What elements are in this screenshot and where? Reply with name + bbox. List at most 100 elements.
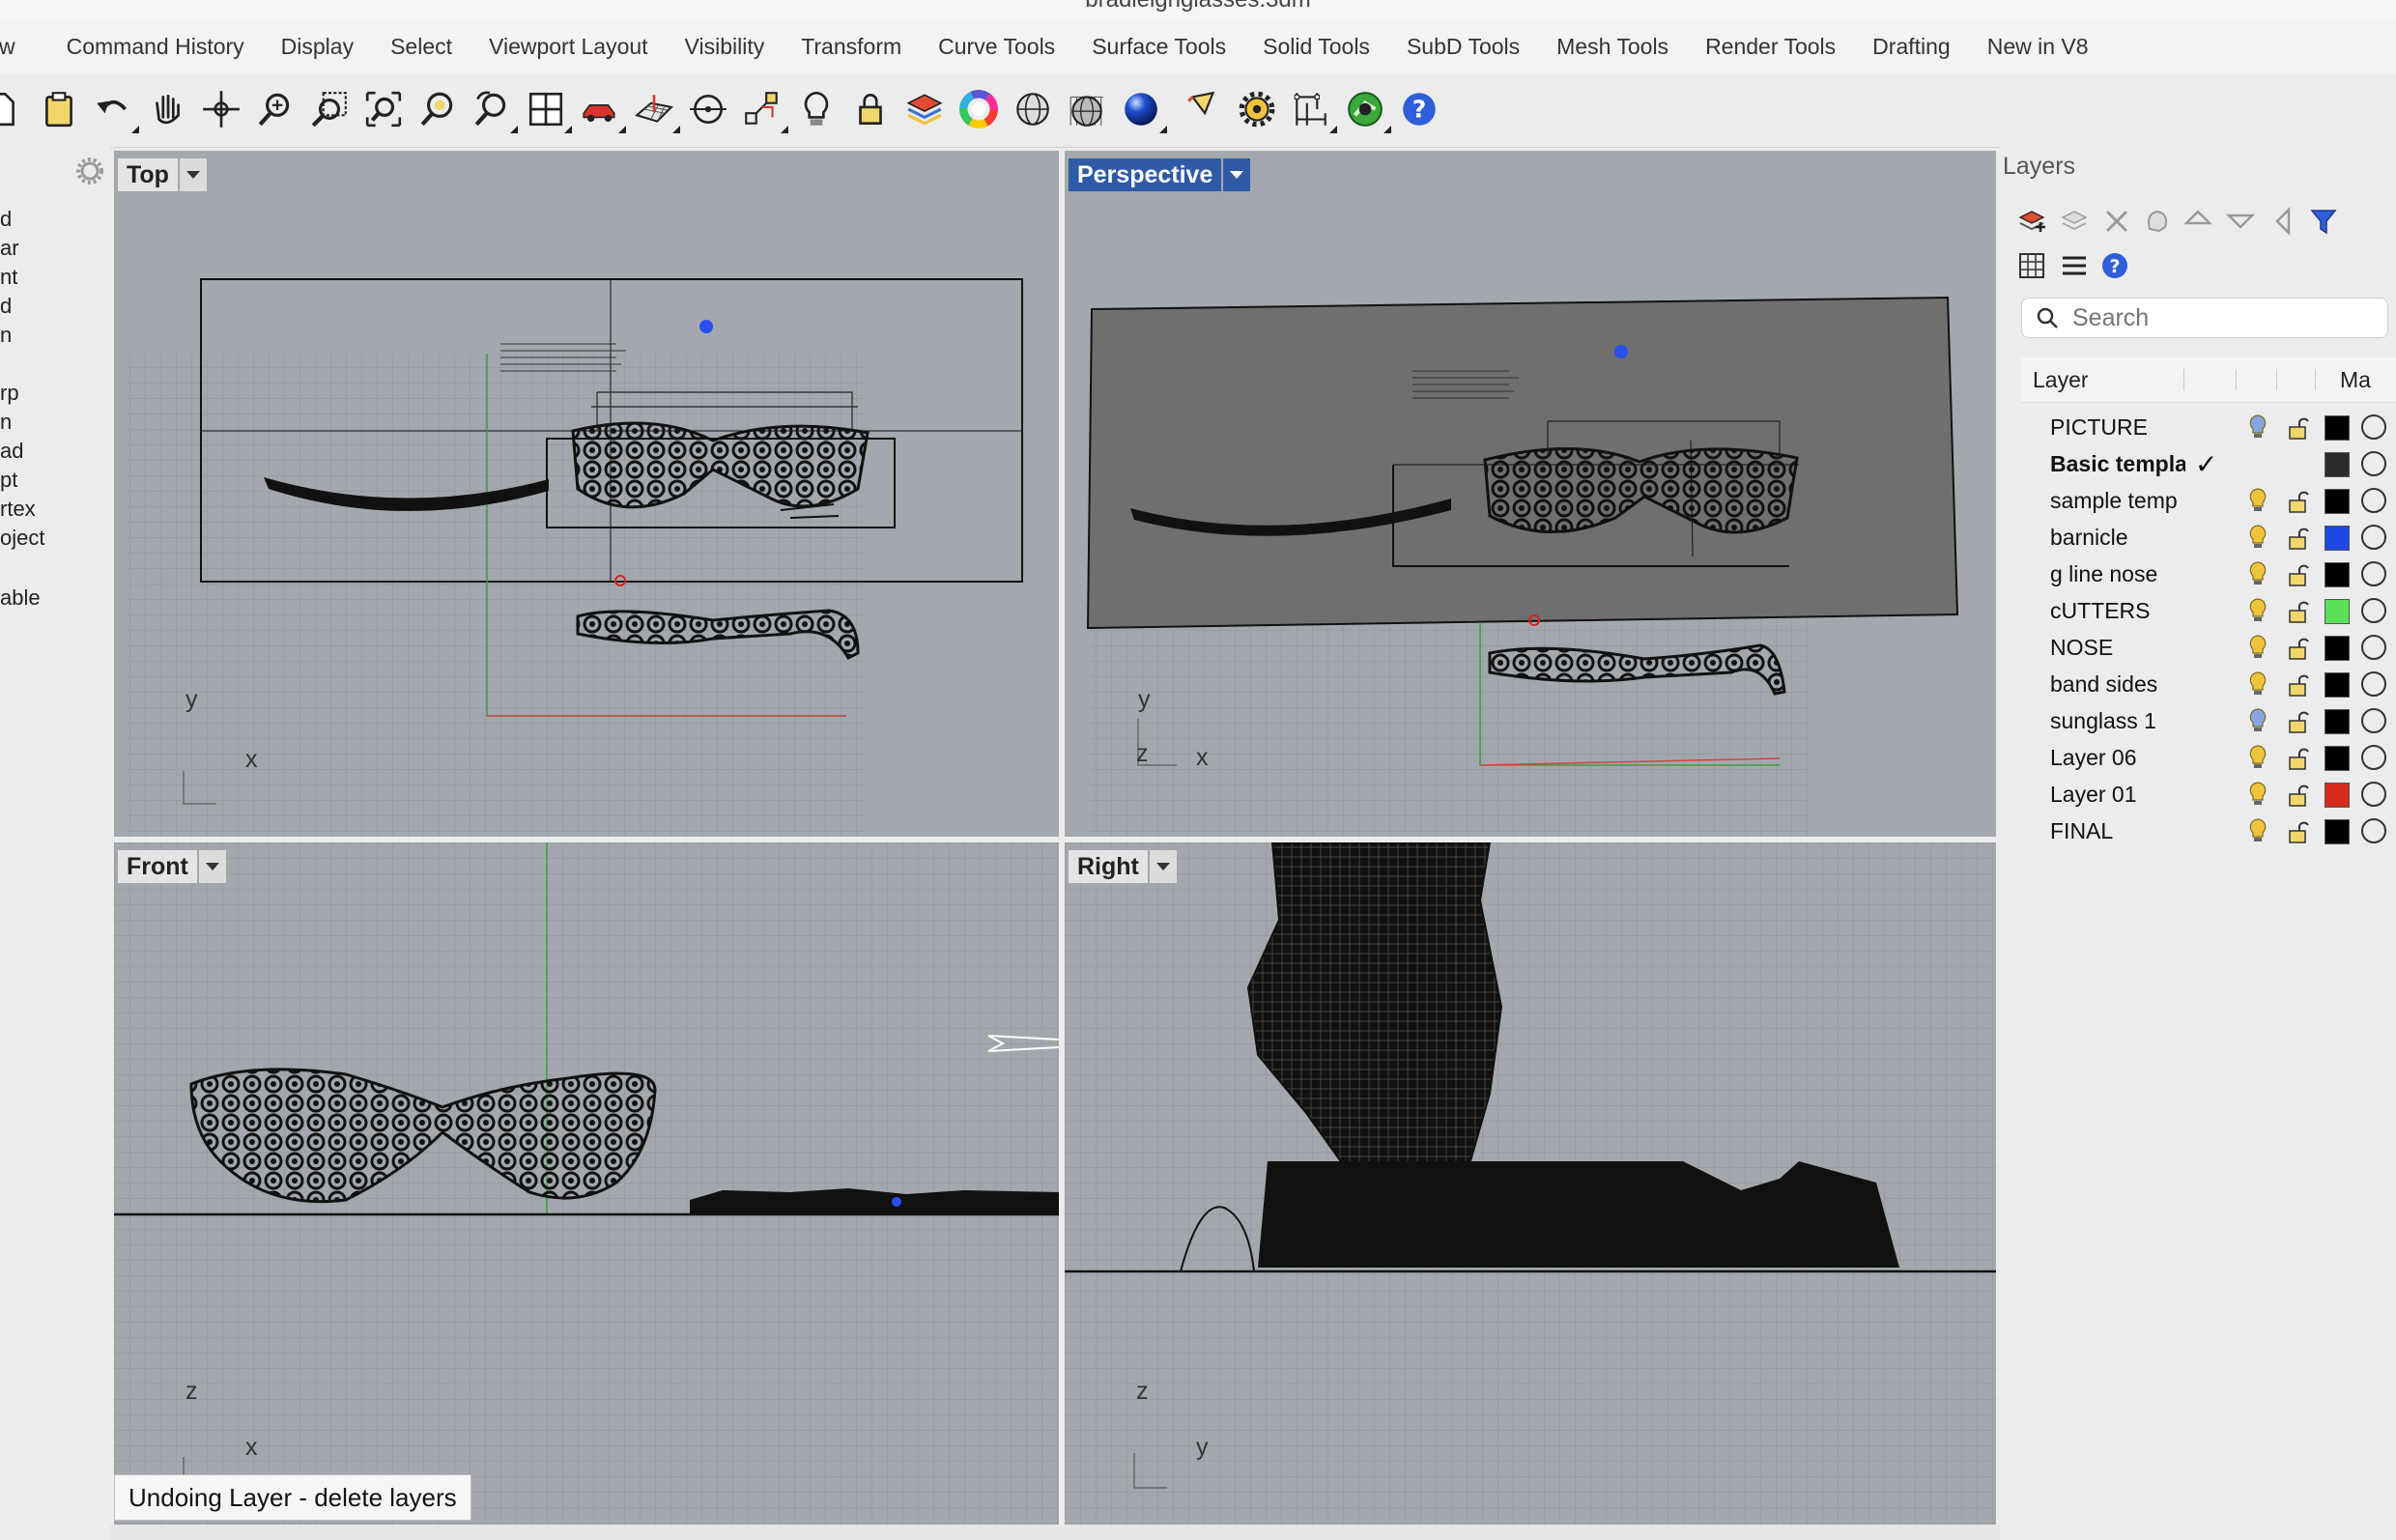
layer-unlocked-icon[interactable] [2288, 526, 2309, 551]
menu-item-new-in-v8[interactable]: New in V8 [1969, 34, 2107, 60]
rendered-sphere-icon[interactable] [1119, 87, 1167, 133]
layer-color-swatch[interactable] [2325, 636, 2350, 661]
undo-icon[interactable] [91, 87, 139, 133]
menu-item-visibility[interactable]: Visibility [667, 34, 784, 60]
zoom-window-icon[interactable] [307, 87, 352, 131]
layer-material-icon[interactable] [2361, 525, 2386, 550]
layer-visibility-bulb-icon[interactable] [2245, 817, 2270, 844]
layer-visibility-bulb-icon[interactable] [2245, 744, 2270, 771]
left-panel-item[interactable]: n [0, 323, 12, 348]
layer-visibility-bulb-icon[interactable] [2245, 560, 2270, 587]
menu-item-window[interactable]: w [0, 34, 33, 60]
layer-unlocked-icon[interactable] [2288, 819, 2309, 844]
layer-filter-icon[interactable] [2307, 205, 2340, 238]
panel-settings-gear-icon[interactable] [75, 157, 104, 185]
layer-visibility-bulb-icon[interactable] [2245, 670, 2270, 698]
layer-visibility-bulb-icon[interactable] [2245, 707, 2270, 734]
layer-color-swatch[interactable] [2325, 452, 2350, 477]
gumball-icon[interactable] [740, 87, 788, 133]
layer-visibility-bulb-icon[interactable] [2245, 524, 2270, 551]
layer-help-icon[interactable]: ? [2098, 249, 2131, 282]
menu-item-solid-tools[interactable]: Solid Tools [1244, 34, 1388, 60]
menu-item-render-tools[interactable]: Render Tools [1687, 34, 1854, 60]
layer-name[interactable]: FINAL [2050, 818, 2185, 844]
layer-row[interactable]: cUTTERS [2021, 593, 2396, 630]
layer-search-input[interactable] [2070, 302, 2374, 333]
layer-material-icon[interactable] [2361, 561, 2386, 586]
dimension-icon[interactable] [1289, 87, 1337, 133]
viewport-perspective[interactable]: y z x Perspective [1065, 151, 1996, 837]
viewport-top[interactable]: y x Top [114, 151, 1059, 837]
layers-icon[interactable] [902, 87, 947, 131]
layer-material-icon[interactable] [2361, 488, 2386, 513]
layer-unlocked-icon[interactable] [2288, 709, 2309, 734]
left-panel-item[interactable]: ar [0, 236, 19, 261]
options-gear-icon[interactable] [1235, 87, 1279, 131]
left-panel-item[interactable]: d [0, 207, 12, 232]
named-view-car-icon[interactable] [578, 87, 626, 133]
menu-item-curve-tools[interactable]: Curve Tools [920, 34, 1073, 60]
viewport-right-dropdown-icon[interactable] [1149, 850, 1177, 883]
pan-hand-icon[interactable] [145, 87, 189, 131]
layer-color-swatch[interactable] [2325, 783, 2350, 808]
grasshopper-icon[interactable] [1343, 87, 1391, 133]
layer-row[interactable]: band sides [2021, 667, 2396, 703]
zoom-extents-icon[interactable] [361, 87, 406, 131]
menu-item-mesh-tools[interactable]: Mesh Tools [1538, 34, 1687, 60]
viewport-front[interactable]: z x Front [114, 842, 1059, 1525]
layer-material-icon[interactable] [2361, 671, 2386, 697]
layer-name[interactable]: cUTTERS [2050, 598, 2185, 624]
layer-name[interactable]: g line nose [2050, 561, 2185, 587]
layer-menu-icon[interactable] [2058, 249, 2091, 282]
layer-color-swatch[interactable] [2325, 526, 2350, 551]
spotlight-icon[interactable] [1181, 87, 1225, 131]
lock-objects-icon[interactable] [848, 87, 893, 131]
menu-item-display[interactable]: Display [263, 34, 372, 60]
layer-name[interactable]: Basic templa [2050, 451, 2185, 477]
layer-material-icon[interactable] [2361, 708, 2386, 733]
layer-row[interactable]: sunglass 1 [2021, 703, 2396, 740]
left-panel-item[interactable]: oject [0, 526, 44, 551]
layer-material-icon[interactable] [2361, 598, 2386, 623]
help-icon[interactable]: ? [1397, 87, 1441, 131]
layer-material-icon[interactable] [2361, 818, 2386, 843]
menu-item-drafting[interactable]: Drafting [1854, 34, 1969, 60]
layer-row[interactable]: Layer 01 [2021, 777, 2396, 813]
layer-color-swatch[interactable] [2325, 599, 2350, 624]
layer-color-swatch[interactable] [2325, 672, 2350, 698]
layer-row[interactable]: sample temp [2021, 483, 2396, 520]
layer-unlocked-icon[interactable] [2288, 562, 2309, 587]
left-panel-item[interactable]: nt [0, 265, 17, 290]
layer-color-swatch[interactable] [2325, 489, 2350, 514]
zoom-selected-icon[interactable] [415, 87, 460, 131]
left-panel-item[interactable]: pt [0, 468, 17, 493]
zoom-icon[interactable] [253, 87, 298, 131]
layer-color-swatch[interactable] [2325, 562, 2350, 587]
paste-icon[interactable] [37, 87, 81, 131]
layer-color-swatch[interactable] [2325, 746, 2350, 771]
left-panel-item[interactable]: n [0, 410, 12, 435]
layer-row[interactable]: barnicle [2021, 520, 2396, 556]
layer-row[interactable]: Basic templa ✓ [2021, 446, 2396, 483]
layer-row[interactable]: PICTURE [2021, 410, 2396, 446]
shaded-sphere-icon[interactable] [1065, 87, 1109, 131]
menu-item-select[interactable]: Select [372, 34, 471, 60]
layer-material-icon[interactable] [2361, 451, 2386, 476]
wireframe-sphere-icon[interactable] [1011, 87, 1055, 131]
layer-visibility-bulb-icon[interactable] [2245, 634, 2270, 661]
layer-visibility-bulb-icon[interactable] [2245, 597, 2270, 624]
layer-material-icon[interactable] [2361, 635, 2386, 660]
delete-layer-icon[interactable] [2100, 205, 2133, 238]
layer-name[interactable]: band sides [2050, 671, 2185, 698]
layer-table-view-icon[interactable] [2015, 249, 2048, 282]
menu-item-viewport-layout[interactable]: Viewport Layout [471, 34, 667, 60]
left-panel-item[interactable]: rp [0, 381, 19, 406]
layer-unlocked-icon[interactable] [2288, 672, 2309, 698]
layer-color-swatch[interactable] [2325, 819, 2350, 844]
layer-visibility-bulb-icon[interactable] [2245, 487, 2270, 514]
layer-visibility-bulb-icon[interactable] [2245, 781, 2270, 808]
layer-name[interactable]: Layer 06 [2050, 745, 2185, 771]
move-layer-up-icon[interactable] [2182, 201, 2214, 234]
layer-name[interactable]: NOSE [2050, 635, 2185, 661]
layer-row[interactable]: g line nose [2021, 556, 2396, 593]
